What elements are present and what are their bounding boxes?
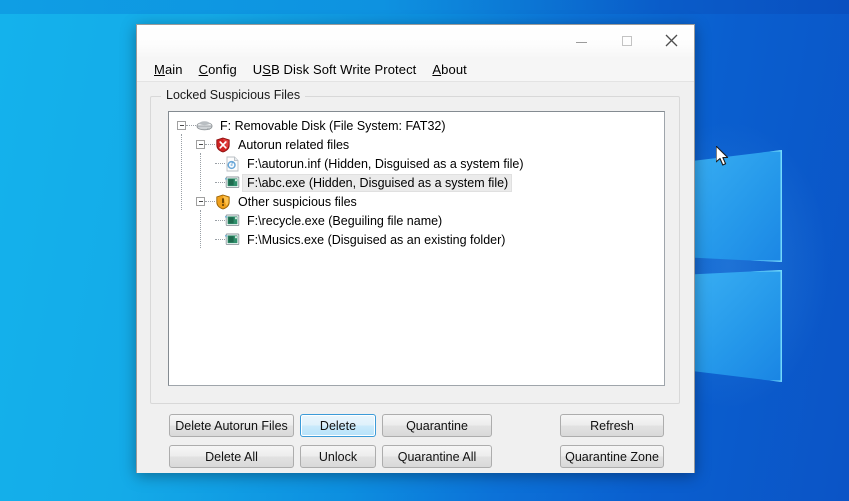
close-button[interactable] — [649, 25, 694, 56]
quarantine-all-button[interactable]: Quarantine All — [382, 445, 492, 468]
tree-row-label: F:\recycle.exe (Beguiling file name) — [247, 213, 443, 228]
delete-button[interactable]: Delete — [300, 414, 376, 437]
tree-row[interactable]: F:\Musics.exe (Disguised as an existing … — [169, 230, 664, 249]
application-window: Main Config USB Disk Soft Write Protect … — [136, 24, 695, 473]
tree-connector — [215, 162, 225, 165]
groupbox-label: Locked Suspicious Files — [161, 88, 306, 102]
tree-connector — [186, 124, 196, 127]
tree-row[interactable]: F: Removable Disk (File System: FAT32) — [169, 116, 664, 135]
tree-connector — [215, 238, 225, 241]
tree-expander-icon[interactable] — [177, 121, 186, 130]
tree-row-label: Other suspicious files — [238, 194, 357, 209]
tree-row[interactable]: F:\autorun.inf (Hidden, Disguised as a s… — [169, 154, 664, 173]
exe-file-icon — [225, 214, 240, 227]
quarantine-button[interactable]: Quarantine — [382, 414, 492, 437]
action-button-bar: Delete Autorun Files Delete Quarantine R… — [137, 407, 696, 473]
red-shield-icon — [216, 137, 230, 152]
tree-row-label: F:\Musics.exe (Disguised as an existing … — [247, 232, 506, 247]
refresh-button[interactable]: Refresh — [560, 414, 664, 437]
minimize-icon — [576, 42, 587, 43]
client-area: Locked Suspicious Files F: Removable Dis… — [137, 82, 694, 473]
menu-item-usb-disk-soft-write-protect[interactable]: USB Disk Soft Write Protect — [245, 60, 425, 79]
title-bar[interactable] — [137, 25, 694, 57]
menu-item-main[interactable]: Main — [146, 60, 191, 79]
tree-connector — [205, 143, 215, 146]
maximize-button[interactable] — [604, 25, 649, 56]
tree-row[interactable]: F:\recycle.exe (Beguiling file name) — [169, 211, 664, 230]
windows-logo-pane-top — [690, 150, 782, 262]
locked-suspicious-files-groupbox: Locked Suspicious Files F: Removable Dis… — [150, 88, 680, 404]
tree-row[interactable]: F:\abc.exe (Hidden, Disguised as a syste… — [169, 173, 664, 192]
tree-row-label: Autorun related files — [238, 137, 350, 152]
removable-disk-icon — [196, 121, 213, 131]
maximize-icon — [621, 35, 632, 46]
exe-file-icon — [225, 233, 240, 246]
tree-row[interactable]: Other suspicious files — [169, 192, 664, 211]
delete-autorun-files-button[interactable]: Delete Autorun Files — [169, 414, 294, 437]
tree-connector — [205, 200, 215, 203]
unlock-button[interactable]: Unlock — [300, 445, 376, 468]
tree-expander-icon[interactable] — [196, 140, 205, 149]
tree-connector — [215, 181, 225, 184]
exe-file-icon — [225, 176, 240, 189]
tree-expander-icon[interactable] — [196, 197, 205, 206]
menu-item-about[interactable]: About — [424, 60, 474, 79]
menu-item-config[interactable]: Config — [191, 60, 245, 79]
window-controls — [559, 25, 694, 57]
tree-row-label: F: Removable Disk (File System: FAT32) — [220, 118, 446, 133]
minimize-button[interactable] — [559, 25, 604, 56]
tree-row[interactable]: Autorun related files — [169, 135, 664, 154]
inf-file-icon — [226, 156, 239, 171]
tree-row-label: F:\abc.exe (Hidden, Disguised as a syste… — [243, 174, 512, 191]
orange-shield-icon — [216, 194, 230, 209]
delete-all-button[interactable]: Delete All — [169, 445, 294, 468]
suspicious-files-tree[interactable]: F: Removable Disk (File System: FAT32) A… — [168, 111, 665, 386]
menu-bar: Main Config USB Disk Soft Write Protect … — [137, 57, 694, 82]
desktop-top-strip — [0, 0, 849, 14]
tree-connector — [215, 219, 225, 222]
quarantine-zone-button[interactable]: Quarantine Zone — [560, 445, 664, 468]
desktop-background: Main Config USB Disk Soft Write Protect … — [0, 0, 849, 501]
windows-logo-pane-bottom — [690, 270, 782, 382]
arrow-cursor — [716, 146, 729, 166]
close-icon — [665, 34, 678, 47]
tree-row-label: F:\autorun.inf (Hidden, Disguised as a s… — [247, 156, 524, 171]
